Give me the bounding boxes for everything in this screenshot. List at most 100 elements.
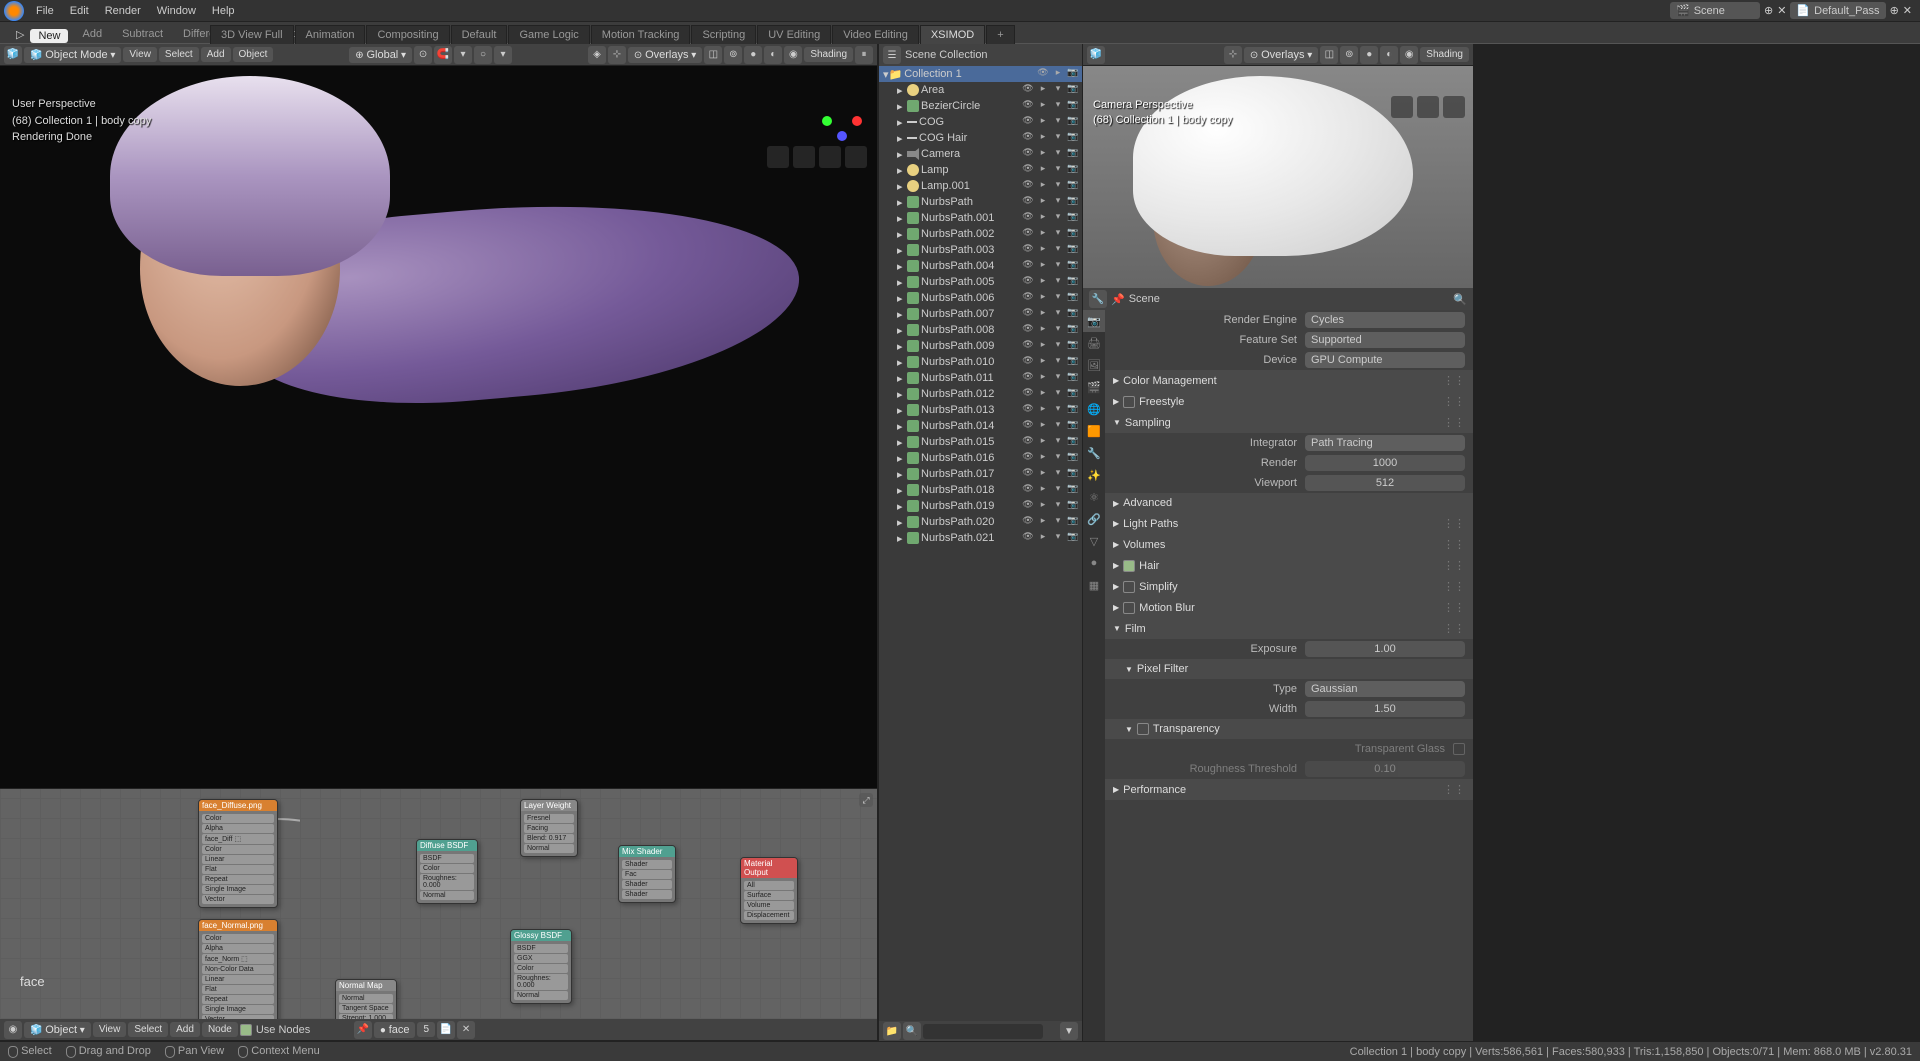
toggle-select-icon[interactable]: ▸ xyxy=(1036,83,1050,97)
outliner-item[interactable]: ▸NurbsPath.020👁▸▾📷 xyxy=(879,514,1082,530)
toggle-hide-icon[interactable]: ▾ xyxy=(1051,259,1065,273)
shading-popover[interactable]: Shading xyxy=(804,47,853,62)
node-socket[interactable]: Color xyxy=(202,934,274,943)
node-socket[interactable]: Linear xyxy=(202,975,274,984)
menu-add[interactable]: Add xyxy=(201,47,231,62)
toggle-render-icon[interactable]: 📷 xyxy=(1066,435,1080,449)
section-freestyle[interactable]: ▶Freestyle⋮⋮ xyxy=(1105,391,1473,412)
node-socket[interactable]: Vector xyxy=(202,1015,274,1019)
axis-y[interactable] xyxy=(822,116,832,126)
node-socket[interactable]: Non-Color Data xyxy=(202,965,274,974)
toggle-viewport-icon[interactable]: 👁 xyxy=(1021,483,1035,497)
toggle-render-icon[interactable]: 📷 xyxy=(1066,179,1080,193)
toggle-select-icon[interactable]: ▸ xyxy=(1036,115,1050,129)
shading-popover[interactable]: Shading xyxy=(1420,47,1469,62)
outliner-item[interactable]: ▸NurbsPath.003👁▸▾📷 xyxy=(879,242,1082,258)
toggle-render-icon[interactable]: 📷 xyxy=(1066,131,1080,145)
node-socket[interactable]: Shader xyxy=(622,890,672,899)
tab-constraint[interactable]: 🔗 xyxy=(1083,508,1105,530)
toggle-render-icon[interactable]: 📷 xyxy=(1066,451,1080,465)
toggle-select-icon[interactable]: ▸ xyxy=(1036,531,1050,545)
toggle-viewport-icon[interactable]: 👁 xyxy=(1021,387,1035,401)
node-socket[interactable]: BSDF xyxy=(420,854,474,863)
node-socket[interactable]: Facing xyxy=(524,824,574,833)
menu-help[interactable]: Help xyxy=(204,2,243,20)
toggle-render-icon[interactable]: 📷 xyxy=(1066,467,1080,481)
disclosure-icon[interactable]: ▸ xyxy=(897,148,907,161)
toggle-hide-icon[interactable]: ▾ xyxy=(1051,451,1065,465)
toggle-select-icon[interactable]: ▸ xyxy=(1036,499,1050,513)
pause-icon[interactable]: ⏸ xyxy=(855,46,873,64)
toggle-viewport-icon[interactable]: 👁 xyxy=(1021,355,1035,369)
toggle-select-icon[interactable]: ▸ xyxy=(1036,483,1050,497)
toggle-render-icon[interactable]: 📷 xyxy=(1066,371,1080,385)
menu-edit[interactable]: Edit xyxy=(62,2,97,20)
search-icon[interactable]: 🔍 xyxy=(1453,293,1467,306)
menu-file[interactable]: File xyxy=(28,2,62,20)
outliner-item[interactable]: ▸NurbsPath.014👁▸▾📷 xyxy=(879,418,1082,434)
ws-tab[interactable]: Scripting xyxy=(691,25,756,44)
toggle-hide-icon[interactable]: ▾ xyxy=(1051,163,1065,177)
toggle-render-icon[interactable]: 📷 xyxy=(1066,323,1080,337)
cursor-tool-icon[interactable]: ▷ xyxy=(10,26,30,43)
toggle-viewport-icon[interactable]: 👁 xyxy=(1021,531,1035,545)
toggle-select-icon[interactable]: ▸ xyxy=(1036,211,1050,225)
outliner-item[interactable]: ▸NurbsPath.012👁▸▾📷 xyxy=(879,386,1082,402)
camera-viewport[interactable]: 🧊 ⊹ ⊙ Overlays ▾ ◫ ⊚ ● ◐ ◉ Shading Camer… xyxy=(1083,44,1473,288)
toggle-render-icon[interactable]: 📷 xyxy=(1066,67,1080,81)
tab-texture[interactable]: ▦ xyxy=(1083,574,1105,596)
filter-icon[interactable]: 🔍 xyxy=(903,1022,921,1040)
node-socket[interactable]: Flat xyxy=(202,865,274,874)
disclosure-icon[interactable]: ▸ xyxy=(897,132,907,145)
boolop-add[interactable]: Add xyxy=(72,25,112,43)
toggle-select-icon[interactable]: ▸ xyxy=(1036,243,1050,257)
disclosure-icon[interactable]: ▸ xyxy=(897,340,907,353)
outliner-item[interactable]: ▸Lamp👁▸▾📷 xyxy=(879,162,1082,178)
proportional-type-icon[interactable]: ▾ xyxy=(494,46,512,64)
snap-icon[interactable]: 🧲 xyxy=(434,46,452,64)
tab-output[interactable]: 🖨 xyxy=(1083,332,1105,354)
proportional-icon[interactable]: ○ xyxy=(474,46,492,64)
pin-icon[interactable]: 📌 xyxy=(354,1021,372,1039)
toggle-render-icon[interactable]: 📷 xyxy=(1066,515,1080,529)
node-socket[interactable]: Displacement xyxy=(744,911,794,920)
toggle-select-icon[interactable]: ▸ xyxy=(1036,515,1050,529)
editor-type-icon[interactable]: 🧊 xyxy=(1087,46,1105,64)
outliner-item[interactable]: ▸NurbsPath.013👁▸▾📷 xyxy=(879,402,1082,418)
outliner-item[interactable]: ▸NurbsPath👁▸▾📷 xyxy=(879,194,1082,210)
toggle-viewport-icon[interactable]: 👁 xyxy=(1021,323,1035,337)
ws-tab[interactable]: 3D View Full xyxy=(210,25,294,44)
section-film[interactable]: ▼Film⋮⋮ xyxy=(1105,618,1473,639)
toggle-hide-icon[interactable]: ▾ xyxy=(1051,195,1065,209)
exposure-input[interactable]: 1.00 xyxy=(1305,641,1465,657)
toggle-viewport-icon[interactable]: 👁 xyxy=(1021,243,1035,257)
outliner-item[interactable]: ▸NurbsPath.016👁▸▾📷 xyxy=(879,450,1082,466)
toggle-select-icon[interactable]: ▸ xyxy=(1036,195,1050,209)
node-socket[interactable]: Alpha xyxy=(202,944,274,953)
toggle-hide-icon[interactable]: ▾ xyxy=(1051,499,1065,513)
viewlayer-selector[interactable]: 📄 Default_Pass xyxy=(1790,2,1885,19)
disclosure-icon[interactable]: ▸ xyxy=(897,388,907,401)
editor-type-icon[interactable]: ◉ xyxy=(4,1021,22,1039)
node-layer-weight[interactable]: Layer WeightFresnelFacingBlend: 0.917Nor… xyxy=(520,799,578,857)
menu-render[interactable]: Render xyxy=(97,2,149,20)
transparent-glass-checkbox[interactable] xyxy=(1453,743,1465,755)
outliner-item[interactable]: ▸NurbsPath.001👁▸▾📷 xyxy=(879,210,1082,226)
toggle-render-icon[interactable]: 📷 xyxy=(1066,99,1080,113)
device-select[interactable]: GPU Compute xyxy=(1305,352,1465,368)
section-advanced[interactable]: ▶Advanced xyxy=(1105,493,1473,513)
axis-x[interactable] xyxy=(852,116,862,126)
overlays-toggle[interactable]: ⊙ Overlays ▾ xyxy=(628,47,702,63)
ws-tab[interactable]: Game Logic xyxy=(508,25,589,44)
toggle-select-icon[interactable]: ▸ xyxy=(1036,339,1050,353)
outliner-item[interactable]: ▸NurbsPath.011👁▸▾📷 xyxy=(879,370,1082,386)
toggle-viewport-icon[interactable]: 👁 xyxy=(1021,179,1035,193)
toggle-hide-icon[interactable]: ▾ xyxy=(1051,531,1065,545)
roughness-threshold-input[interactable]: 0.10 xyxy=(1305,761,1465,777)
new-material-icon[interactable]: 📄 xyxy=(437,1021,455,1039)
nav-zoom-icon[interactable] xyxy=(1391,96,1413,118)
node-socket[interactable]: BSDF xyxy=(514,944,568,953)
viewport-canvas[interactable]: User Perspective (68) Collection 1 | bod… xyxy=(0,66,877,788)
menu-select[interactable]: Select xyxy=(128,1022,168,1037)
node-socket[interactable]: Flat xyxy=(202,985,274,994)
